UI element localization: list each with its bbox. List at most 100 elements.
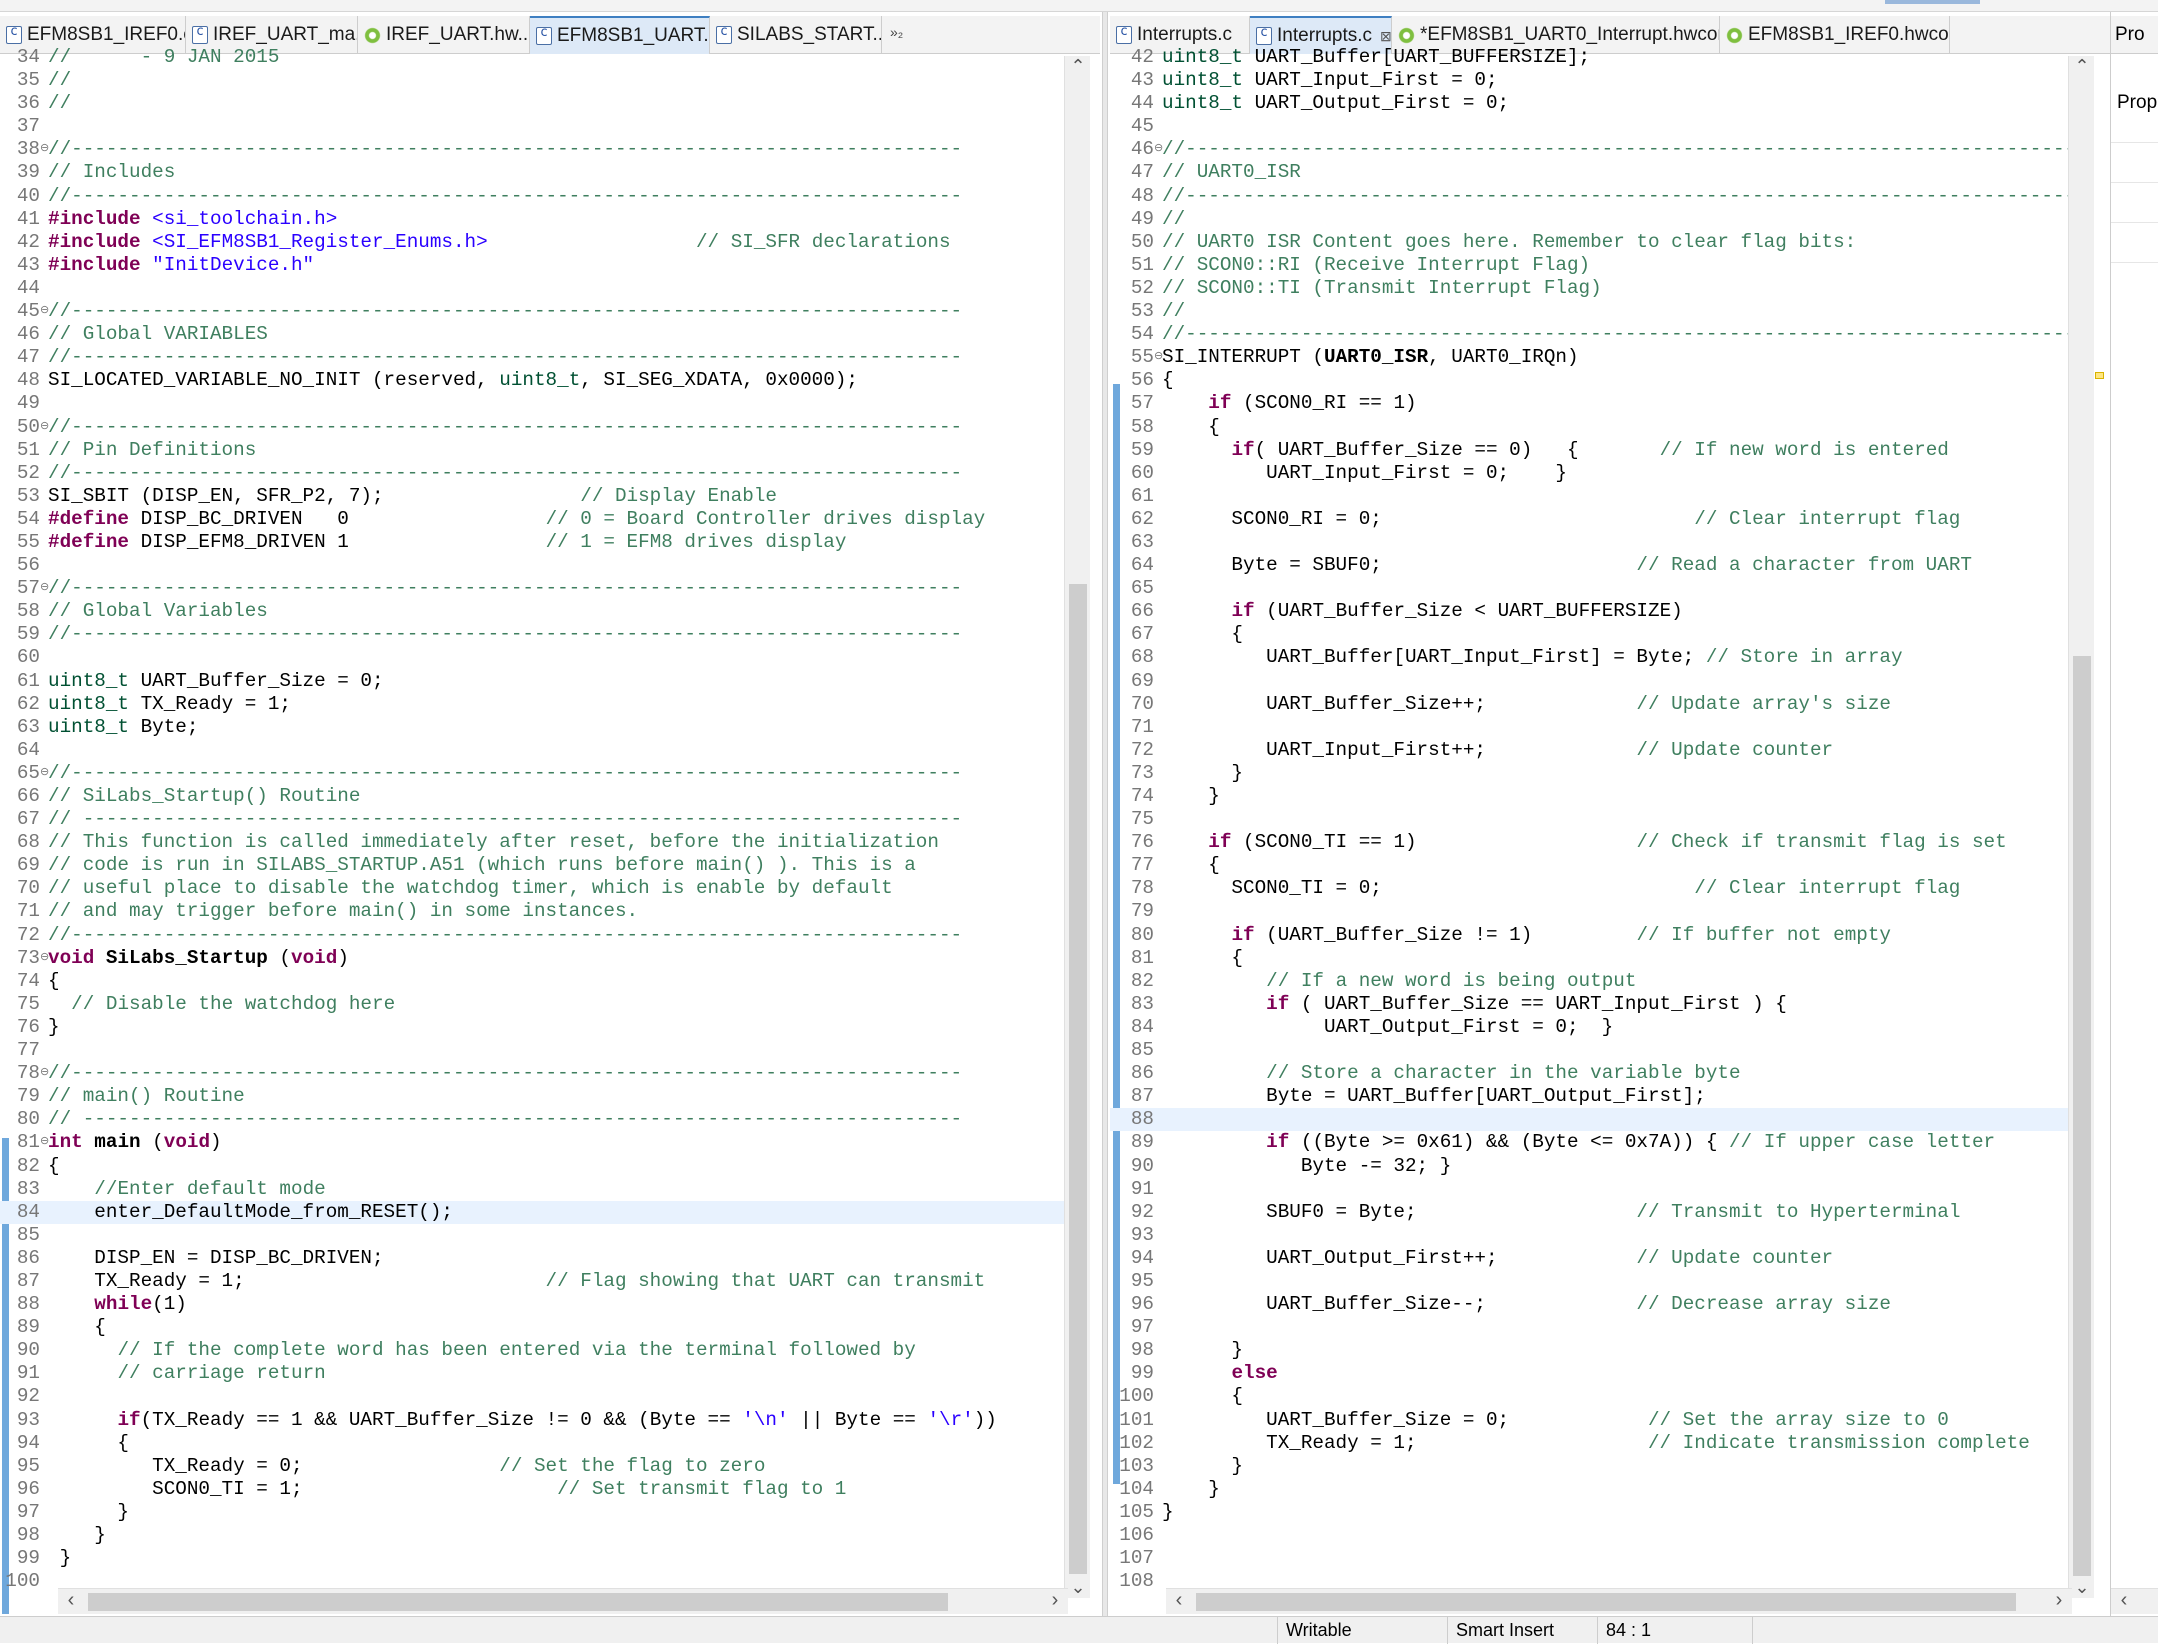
scroll-right-arrow-icon[interactable]: ›: [2046, 1589, 2072, 1612]
code-token: //: [48, 92, 72, 115]
toolbar-accent: [1885, 0, 1980, 4]
line-number: 71: [16, 900, 40, 923]
code-line: 90 // If the complete word has been ente…: [0, 1339, 1064, 1362]
fold-icon[interactable]: ⊖: [1154, 138, 1163, 161]
left-vertical-scrollbar[interactable]: ⌃ ⌄: [1064, 56, 1090, 1598]
code-token: ): [210, 1131, 222, 1154]
properties-tab[interactable]: Pro: [2111, 16, 2158, 54]
right-horizontal-scrollbar[interactable]: ‹ ›: [1166, 1588, 2072, 1614]
code-token: //--------------------------------------…: [48, 300, 963, 323]
code-text: {: [1162, 947, 1243, 970]
close-icon[interactable]: ⊠: [1380, 28, 1391, 45]
status-empty: [1752, 1617, 2152, 1644]
code-token: #include: [48, 253, 153, 276]
fold-icon[interactable]: ⊖: [40, 1062, 49, 1085]
code-line: 48 //------------------------------------…: [1110, 185, 2070, 208]
code-line: 68 UART_Buffer[UART_Input_First] = Byte;…: [1110, 646, 2070, 669]
scroll-left-arrow-icon[interactable]: ‹: [58, 1589, 84, 1612]
code-line: 76}: [0, 1016, 1064, 1039]
right-editor-pane: Interrupts.c Interrupts.c ⊠ *EFM8SB1_UART0_…: [1110, 12, 2110, 1616]
scroll-up-arrow-icon[interactable]: ⌃: [2069, 56, 2095, 77]
code-token: //--------------------------------------…: [48, 138, 963, 161]
code-text: Byte -= 32; }: [1162, 1155, 1451, 1178]
right-vertical-scrollbar[interactable]: ⌃ ⌄: [2068, 56, 2094, 1598]
line-number: 50: [1130, 230, 1154, 253]
fold-icon[interactable]: ⊖: [40, 947, 49, 970]
right-scroll-thumb[interactable]: [2073, 656, 2091, 1576]
right-hscroll-thumb[interactable]: [1196, 1593, 2016, 1611]
fold-icon[interactable]: ⊖: [40, 762, 49, 785]
code-line: 70 UART_Buffer_Size++; // Update array's…: [1110, 693, 2070, 716]
line-number: 65: [16, 761, 40, 784]
code-token: #include: [48, 230, 153, 253]
code-text: // useful place to disable the watchdog …: [48, 877, 893, 900]
code-line: 49 //: [1110, 208, 2070, 231]
pane-splitter[interactable]: [1102, 12, 1108, 1622]
scroll-down-arrow-icon[interactable]: ⌄: [2069, 1577, 2095, 1598]
code-text: {: [1162, 416, 1220, 439]
code-line: 57 if (SCON0_RI == 1): [1110, 392, 2070, 415]
fold-icon[interactable]: ⊖: [40, 138, 49, 161]
scroll-left-arrow-icon[interactable]: ‹: [2111, 1589, 2137, 1612]
code-token: // -------------------------------------…: [48, 1108, 963, 1131]
code-token: //: [1162, 207, 1186, 230]
code-line: 87 TX_Ready = 1; // Flag showing that UA…: [0, 1270, 1064, 1293]
code-token: (1): [152, 1293, 187, 1316]
code-text: TX_Ready = 1; // Flag showing that UART …: [48, 1270, 985, 1293]
fold-icon[interactable]: ⊖: [40, 300, 49, 323]
left-scroll-thumb[interactable]: [1069, 584, 1087, 1574]
properties-scrollbar[interactable]: ‹: [2111, 1588, 2158, 1614]
code-line: 78⊖//-----------------------------------…: [0, 1062, 1064, 1085]
left-horizontal-scrollbar[interactable]: ‹ ›: [58, 1588, 1068, 1614]
right-code-editor[interactable]: 42 uint8_t UART_Buffer[UART_BUFFERSIZE]; 4…: [1110, 46, 2070, 1616]
code-line: 50 // UART0 ISR Content goes here. Rememb…: [1110, 231, 2070, 254]
scroll-down-arrow-icon[interactable]: ⌄: [1065, 1577, 1091, 1598]
code-token: // Pin Definitions: [48, 438, 257, 461]
tab-label: IREF_UART.hw...: [386, 24, 530, 45]
code-line: 97 }: [0, 1501, 1064, 1524]
left-editor-pane: EFM8SB1_IREF0.c IREF_UART_ma... IREF_UART.…: [0, 12, 1100, 1616]
line-number: 75: [16, 992, 40, 1015]
code-token: if: [1208, 831, 1232, 854]
scroll-left-arrow-icon[interactable]: ‹: [1166, 1589, 1192, 1612]
code-token: // If upper case letter: [1728, 1131, 1996, 1154]
line-number: 96: [16, 1477, 40, 1500]
code-token: ( UART_Buffer_Size == 0) {: [1254, 438, 1660, 461]
code-text: {: [1162, 854, 1220, 877]
left-hscroll-thumb[interactable]: [88, 1593, 948, 1611]
code-token: // Display Enable: [580, 484, 777, 507]
code-text: //: [48, 69, 71, 92]
code-line: 73⊖void SiLabs_Startup (void): [0, 947, 1064, 970]
fold-icon[interactable]: ⊖: [1154, 346, 1163, 369]
code-token: // Includes: [48, 161, 176, 184]
code-line: 71: [1110, 716, 2070, 739]
line-number: 92: [16, 1385, 40, 1408]
scroll-right-arrow-icon[interactable]: ›: [1042, 1589, 1068, 1612]
code-token: UART_Buffer_Size = 0;: [1162, 1408, 1648, 1431]
code-token: Byte -= 32; }: [1162, 1154, 1452, 1177]
status-cursor-position: 84 : 1: [1597, 1617, 1752, 1644]
code-token: )): [973, 1408, 997, 1431]
properties-tab-label: Pro: [2115, 24, 2145, 45]
fold-icon[interactable]: ⊖: [40, 577, 49, 600]
code-token: uint8_t: [48, 669, 129, 692]
code-line: 55 #define DISP_EFM8_DRIVEN 1 // 1 = EFM8…: [0, 531, 1064, 554]
fold-icon[interactable]: ⊖: [40, 416, 49, 439]
line-number: 98: [1130, 1339, 1154, 1362]
code-line: 87 Byte = UART_Buffer[UART_Output_First]…: [1110, 1085, 2070, 1108]
line-number: 56: [1130, 369, 1154, 392]
line-number: 70: [16, 877, 40, 900]
left-code-editor[interactable]: 34// - 9 JAN 2015 35//36//37 38⊖//--------…: [0, 46, 1064, 1616]
fold-icon[interactable]: ⊖: [40, 1131, 49, 1154]
code-line: 78 SCON0_TI = 0; // Clear interrupt flag: [1110, 877, 2070, 900]
code-token: (UART_Buffer_Size < UART_BUFFERSIZE): [1254, 600, 1683, 623]
gear-config-icon: [364, 26, 381, 44]
code-line: 47 //------------------------------------…: [0, 346, 1064, 369]
overview-ruler-marker[interactable]: [2095, 372, 2104, 379]
line-number: 51: [1130, 253, 1154, 276]
scroll-up-arrow-icon[interactable]: ⌃: [1065, 56, 1091, 77]
line-number: 63: [1130, 530, 1154, 553]
code-text: UART_Buffer_Size = 0; // Set the array s…: [1162, 1409, 1949, 1432]
code-text: }: [48, 1501, 129, 1524]
line-number: 88: [1130, 1108, 1154, 1131]
